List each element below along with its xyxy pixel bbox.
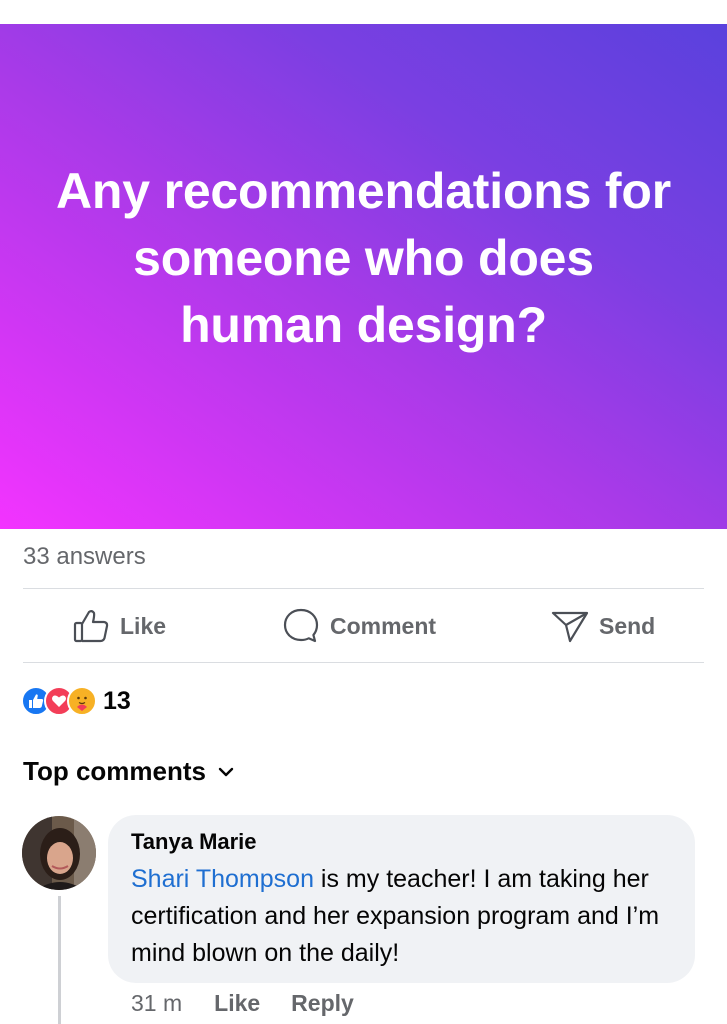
divider [23,588,704,589]
post-background-banner: Any recommendations for someone who does… [0,24,727,529]
thumbs-up-icon [73,610,109,643]
comment-text: Shari Thompson is my teacher! I am takin… [131,861,675,972]
comment-timestamp[interactable]: 31 m [131,990,182,1017]
comment-bubble-icon [283,608,319,643]
send-icon [551,611,589,643]
comment-like-button[interactable]: Like [214,990,260,1017]
comment-meta: 31 m Like Reply [131,990,354,1017]
comment-author[interactable]: Tanya Marie [131,829,675,855]
top-comments-label: Top comments [23,756,206,786]
care-icon [67,686,97,716]
post-action-bar: Like Comment Send [0,590,727,662]
divider [23,662,704,663]
post-question-text: Any recommendations for someone who does… [56,163,671,353]
send-button[interactable]: Send [551,590,655,662]
avatar[interactable] [22,816,96,890]
comment-button[interactable]: Comment [282,590,436,662]
comment-reply-button[interactable]: Reply [291,990,354,1017]
comment-button-label: Comment [330,612,437,639]
reactions-summary[interactable]: 13 [21,684,131,718]
mention-link[interactable]: Shari Thompson [131,865,314,893]
thread-line [58,896,61,1024]
comment-bubble: Tanya Marie Shari Thompson is my teacher… [108,815,695,983]
reaction-count: 13 [103,686,131,715]
like-button[interactable]: Like [72,590,166,662]
like-button-label: Like [120,612,167,639]
send-button-label: Send [599,612,656,639]
top-comments-sort-dropdown[interactable]: Top comments [23,756,234,787]
chevron-down-icon [218,767,234,776]
answers-count[interactable]: 33 answers [23,543,146,571]
